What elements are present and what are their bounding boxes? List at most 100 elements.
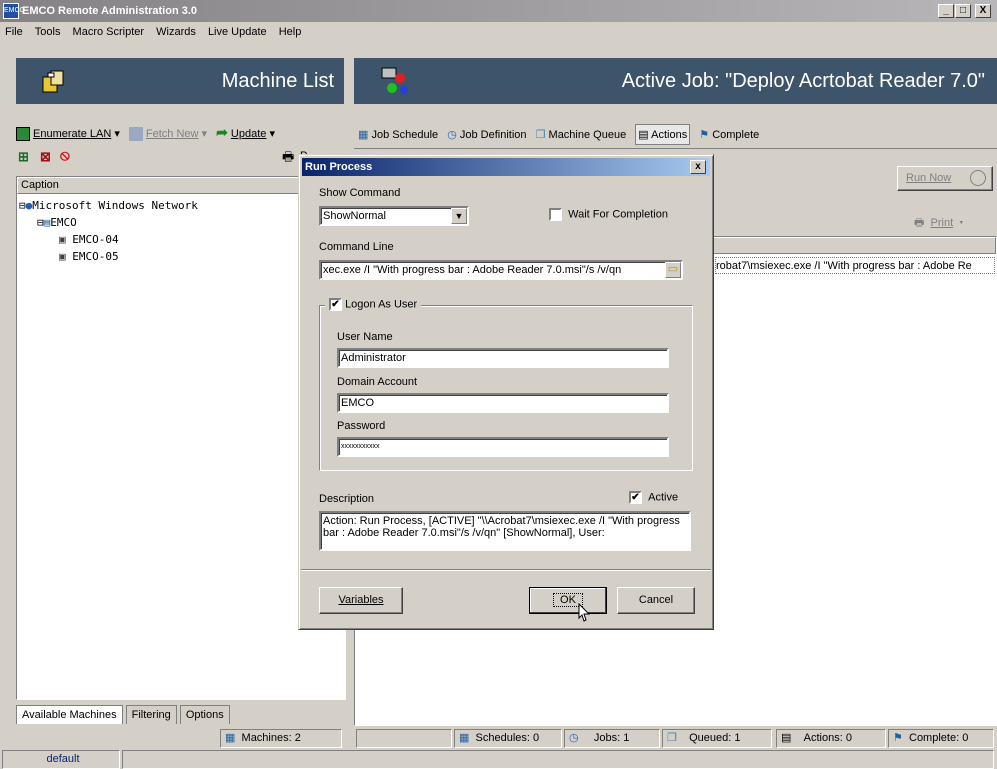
active-job-title: Active Job: "Deploy Acrtobat Reader 7.0" — [621, 70, 985, 92]
show-command-select[interactable]: ShowNormal ▼ — [319, 206, 469, 226]
queue-icon: ❐ — [667, 732, 677, 744]
run-now-button[interactable]: Run Now — [897, 166, 993, 191]
mouse-cursor-icon — [574, 602, 592, 627]
action-row[interactable]: robat7\msiexec.exe /I "With progress bar… — [715, 257, 995, 274]
tab-complete[interactable]: ⚑ Complete — [699, 125, 759, 146]
logon-as-user-checkbox[interactable]: ✔ Logon As User — [325, 298, 422, 311]
variables-button[interactable]: Variables — [319, 587, 403, 614]
machines-status-icon: ▦ — [225, 732, 236, 744]
left-toolbar-2: ⊞ ⊠ ⦸ 🖶 P — [18, 147, 338, 170]
update-button[interactable]: ➦ Update ▾ — [216, 122, 275, 143]
remove-machine-icon[interactable]: ⊠ — [40, 149, 51, 165]
actions-icon: ▤ — [638, 129, 649, 141]
add-machine-icon[interactable]: ⊞ — [18, 149, 29, 165]
fetch-icon — [128, 127, 143, 142]
machine-list-icon — [40, 68, 66, 94]
status-default: default — [2, 750, 120, 769]
tab-machine-queue[interactable]: ❐ Machine Queue — [536, 125, 627, 146]
computer-icon: ▣ — [59, 250, 66, 263]
menu-bar: File Tools Macro Scripter Wizards Live U… — [0, 22, 997, 42]
tab-job-definition[interactable]: ◷ Job Definition — [447, 125, 526, 146]
maximize-button[interactable]: □ — [955, 4, 971, 18]
browse-folder-button[interactable]: ▭ — [665, 262, 681, 278]
collapse-icon[interactable]: ⊟ — [37, 216, 44, 229]
domain-account-label: Domain Account — [337, 376, 418, 388]
description-textarea[interactable]: Action: Run Process, [ACTIVE] "\\Acrobat… — [319, 511, 691, 551]
dialog-title: Run Process — [305, 161, 373, 173]
menu-tools[interactable]: Tools — [35, 26, 61, 38]
active-checkbox[interactable]: ✔ Active — [629, 491, 678, 504]
user-name-label: User Name — [337, 331, 393, 343]
user-name-input[interactable]: Administrator — [337, 348, 669, 368]
dropdown-arrow-icon[interactable]: ▼ — [451, 208, 467, 224]
menu-wizards[interactable]: Wizards — [156, 26, 196, 38]
minimize-button[interactable]: _ — [938, 4, 954, 18]
stop-icon[interactable]: ⦸ — [60, 147, 70, 164]
wait-checkbox-box[interactable] — [549, 208, 562, 221]
password-label: Password — [337, 420, 386, 432]
tree-node-domain[interactable]: ⊟▤EMCO — [19, 214, 339, 231]
wait-for-completion-checkbox[interactable]: Wait For Completion — [549, 208, 668, 221]
menu-file[interactable]: File — [5, 26, 23, 38]
tree-node-machine[interactable]: ▣ EMCO-05 — [19, 248, 339, 265]
complete-status: ⚑ Complete: 0 — [888, 729, 994, 748]
printer-icon[interactable]: 🖶 — [282, 148, 294, 170]
dialog-close-button[interactable]: x — [690, 160, 706, 174]
command-line-label: Command Line — [319, 241, 394, 253]
printer-icon: 🖶 — [914, 217, 925, 229]
complete-icon: ⚑ — [699, 129, 710, 141]
machine-tree: ⊟●Microsoft Windows Network ⊟▤EMCO ▣ EMC… — [19, 197, 339, 265]
dialog-titlebar: Run Process — [302, 158, 710, 176]
queue-icon: ❐ — [535, 129, 546, 141]
run-process-dialog: Run Process x Show Command ShowNormal ▼ … — [298, 154, 714, 630]
password-input[interactable]: xxxxxxxxxxx — [337, 437, 669, 457]
description-label: Description — [319, 493, 375, 505]
update-arrow-icon: ➦ — [216, 124, 228, 140]
logon-checkbox-box[interactable]: ✔ — [329, 298, 342, 311]
tab-job-schedule[interactable]: ▦ Job Schedule — [358, 125, 438, 146]
tab-options[interactable]: Options — [179, 705, 230, 724]
machine-list-title: Machine List — [221, 70, 334, 92]
actions-icon: ▤ — [781, 732, 792, 744]
app-icon: EMCO — [3, 3, 25, 19]
menu-help[interactable]: Help — [279, 26, 302, 38]
complete-icon: ⚑ — [893, 732, 903, 744]
machines-count-status: ▦ Machines: 2 — [220, 729, 342, 748]
menu-live-update[interactable]: Live Update — [208, 26, 267, 38]
domain-account-input[interactable]: EMCO — [337, 393, 669, 413]
menu-macro-scripter[interactable]: Macro Scripter — [73, 26, 145, 38]
caption-column-header[interactable]: Caption — [17, 177, 345, 194]
machine-tree-panel: Caption ⊟●Microsoft Windows Network ⊟▤EM… — [16, 176, 346, 700]
tree-node-machine[interactable]: ▣ EMCO-04 — [19, 231, 339, 248]
collapse-icon[interactable]: ⊟ — [19, 199, 26, 212]
close-window-button[interactable]: X — [975, 4, 991, 18]
run-circle-icon — [970, 170, 986, 186]
fetch-new-button[interactable]: Fetch New ▾ — [128, 124, 207, 145]
stopwatch-icon: ◷ — [447, 129, 457, 141]
left-toolbar: Enumerate LAN ▾ Fetch New ▾ ➦ Update ▾ — [16, 122, 346, 142]
tree-node-network[interactable]: ⊟●Microsoft Windows Network — [19, 197, 339, 214]
tab-available-machines[interactable]: Available Machines — [16, 705, 123, 724]
show-command-label: Show Command — [319, 187, 401, 199]
schedule-icon: ▦ — [459, 732, 470, 744]
active-checkbox-box[interactable]: ✔ — [629, 491, 642, 504]
window-title: EMCO Remote Administration 3.0 — [22, 5, 198, 17]
actions-status: ▤ Actions: 0 — [776, 729, 886, 748]
queued-status: ❐ Queued: 1 — [662, 729, 772, 748]
schedule-icon: ▦ — [358, 129, 369, 141]
cancel-button[interactable]: Cancel — [617, 587, 695, 614]
enumerate-lan-button[interactable]: Enumerate LAN ▾ — [16, 124, 120, 145]
left-bottom-tabs: Available Machines Filtering Options — [16, 705, 346, 727]
enumerate-icon — [16, 127, 30, 142]
machine-list-header: Machine List — [16, 58, 344, 104]
active-job-header: Active Job: "Deploy Acrtobat Reader 7.0" — [354, 58, 997, 104]
stopwatch-icon: ◷ — [569, 732, 579, 744]
tab-actions[interactable]: ▤ Actions — [635, 124, 691, 145]
command-line-input[interactable]: xec.exe /I "With progress bar : Adobe Re… — [319, 260, 683, 280]
status-bar-empty — [122, 750, 994, 769]
print-button[interactable]: 🖶 Print ▾ — [914, 214, 963, 233]
schedules-status: ▦ Schedules: 0 — [454, 729, 562, 748]
ok-button[interactable]: OK — [529, 587, 607, 614]
jobs-status: ◷ Jobs: 1 — [564, 729, 660, 748]
tab-filtering[interactable]: Filtering — [125, 705, 177, 724]
